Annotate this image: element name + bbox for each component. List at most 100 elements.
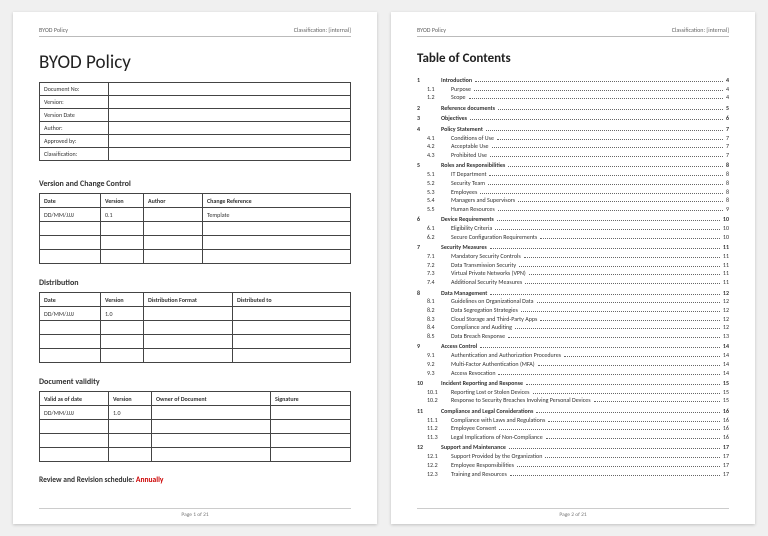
toc-number: 1 [417,77,441,85]
table-row [40,434,351,448]
toc-page: 10 [723,225,729,233]
toc-number: 1.1 [417,86,451,94]
toc-page: 12 [723,298,729,306]
toc-page: 7 [726,126,729,134]
cell [152,420,271,434]
toc-label: Additional Security Measures [451,279,522,287]
toc-entry-sub: 7.3Virtual Private Networks (VPN)11 [417,270,729,278]
toc-leader [533,392,720,394]
cell [203,222,351,236]
cell: DD/MM/JJJJ [40,208,101,222]
cell [233,349,351,363]
col-header: Author [144,194,203,208]
toc-leader [518,200,723,202]
toc-leader [515,327,720,329]
toc-number: 9.1 [417,352,451,360]
toc-label: Roles and Responsibilities [441,162,505,170]
meta-value [109,122,351,135]
toc-entry-sub: 1.2Scope4 [417,94,729,102]
toc-number: 11.3 [417,434,451,442]
toc-entry-top: 2Reference documents5 [417,105,729,113]
toc-page: 14 [723,361,729,369]
col-header: Signature [271,392,351,406]
cell: DD/MM/JJJJ [40,307,101,321]
toc-entry-top: 5Roles and Responsibilities8 [417,162,729,170]
col-header: Version [101,293,144,307]
toc-page: 8 [726,171,729,179]
toc-label: Mandatory Security Controls [451,253,521,261]
toc-page: 8 [726,180,729,188]
cell: 0.1 [101,208,144,222]
toc-page: 16 [723,408,729,416]
toc-label: Human Resources [451,206,495,214]
col-header: Version [101,194,144,208]
toc-leader [480,346,720,348]
cell [144,236,203,250]
cell [40,321,101,335]
page-footer-1: Page 1 of 21 [39,508,351,518]
cell [271,448,351,462]
toc-label: Access Revocation [451,370,495,378]
toc-number: 8.3 [417,316,451,324]
cell [40,448,109,462]
toc-leader [519,265,720,267]
toc-number: 6.2 [417,234,451,242]
toc-label: Data Segregation Strategies [451,307,518,315]
toc-number: 5.3 [417,189,451,197]
toc-page: 8 [726,189,729,197]
toc-page: 16 [723,425,729,433]
page-title: BYOD Policy [39,51,351,74]
table-row [40,236,351,250]
toc-page: 15 [723,397,729,405]
toc-leader [526,383,720,385]
toc-leader [469,97,723,99]
toc-entry-sub: 8.5Data Breach Response13 [417,333,729,341]
toc-leader [490,247,720,249]
table-row [40,321,351,335]
toc-entry-top: 8Data Management12 [417,290,729,298]
cell [144,307,233,321]
toc-number: 6 [417,216,441,224]
toc-title: Table of Contents [417,51,729,66]
header-left: BYOD Policy [39,26,68,34]
toc-page: 6 [726,115,729,123]
toc-entry-sub: 9.1Authentication and Authorization Proc… [417,352,729,360]
toc-page: 4 [726,77,729,85]
meta-label: Document No: [40,83,109,96]
toc-leader [499,428,720,430]
toc-entry-sub: 9.2Multi-Factor Authentication (MFA)14 [417,361,729,369]
toc-number: 5 [417,162,441,170]
toc-leader [497,219,720,221]
cell: DD/MM/JJJJ [40,406,109,420]
toc-label: Access Control [441,343,477,351]
col-header: Change Reference [203,194,351,208]
toc-entry-sub: 7.2Data Transmission Security11 [417,262,729,270]
toc-page: 4 [726,94,729,102]
table-row: DD/MM/JJJJ1.0 [40,406,351,420]
toc-leader [537,301,720,303]
valid-table: Valid as of dateVersionOwner of Document… [39,391,351,462]
col-header: Valid as of date [40,392,109,406]
cell [144,335,233,349]
toc-leader [521,310,720,312]
toc-entry-sub: 11.1Compliance with Laws and Regulations… [417,417,729,425]
toc-leader [490,293,720,295]
toc-entry-sub: 10.1Reporting Lost or Stolen Devices15 [417,389,729,397]
toc-number: 9.2 [417,361,451,369]
cell [271,420,351,434]
col-header: Version [109,392,152,406]
toc-page: 11 [723,262,729,270]
toc-leader [564,355,720,357]
toc-number: 11 [417,408,441,416]
toc-entry-sub: 4.2Acceptable Use7 [417,143,729,151]
toc-entry-sub: 8.2Data Segregation Strategies12 [417,307,729,315]
toc-page: 11 [723,253,729,261]
toc-leader [498,373,719,375]
toc-label: Introduction [441,77,472,85]
toc-entry-sub: 11.2Employee Consent16 [417,425,729,433]
toc-leader [538,364,720,366]
toc-entry-sub: 7.1Mandatory Security Controls11 [417,253,729,261]
review-label: Review and Revision schedule: [39,476,134,485]
toc-number: 3 [417,115,441,123]
toc-label: Compliance and Auditing [451,324,512,332]
